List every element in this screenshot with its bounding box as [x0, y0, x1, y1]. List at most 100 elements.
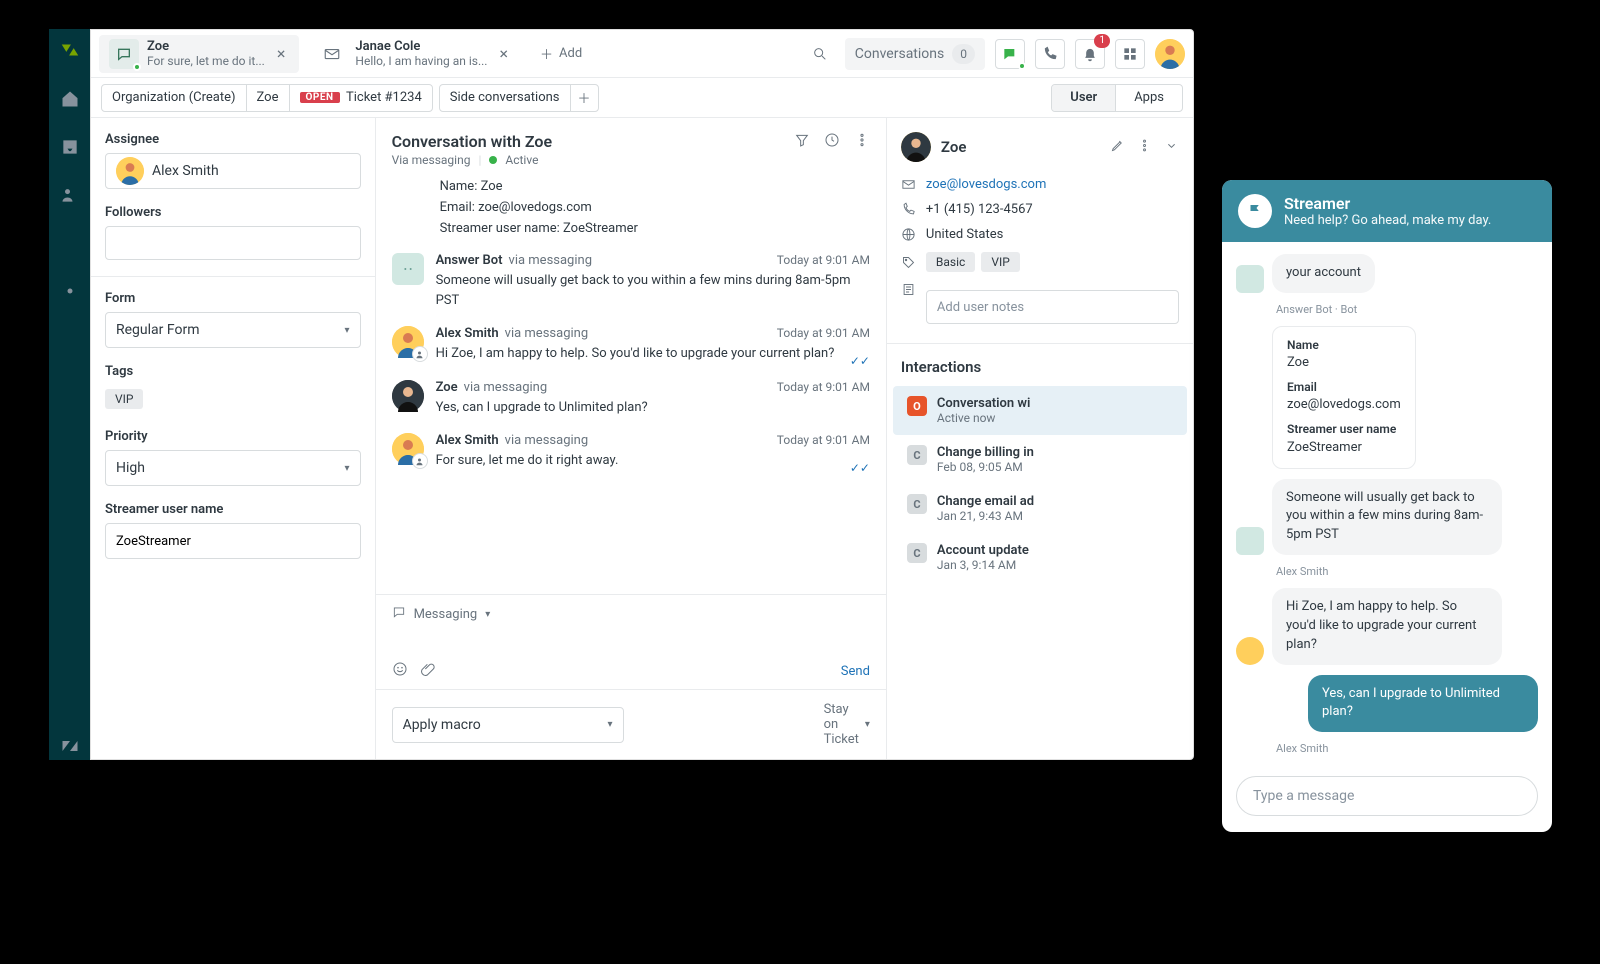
add-tab-label: Add — [559, 46, 582, 61]
history-icon[interactable] — [824, 132, 840, 152]
assignee-avatar — [116, 157, 144, 185]
side-conversations: Side conversations ＋ — [439, 84, 599, 112]
status-open-icon: O — [907, 396, 927, 416]
user-email-row[interactable]: zoe@lovesdogs.com — [901, 172, 1179, 197]
nav-home-icon[interactable] — [60, 89, 80, 113]
conversation-title: Conversation with Zoe — [392, 132, 794, 151]
tab-janae[interactable]: Janae Cole Hello, I am having an is... × — [307, 35, 522, 73]
breadcrumb-bar: Organization (Create) Zoe OPEN Ticket #1… — [91, 78, 1193, 118]
widget-subtitle: Need help? Go ahead, make my day. — [1284, 213, 1491, 228]
tag-chip[interactable]: VIP — [105, 389, 143, 409]
nav-people-icon[interactable] — [60, 185, 80, 209]
bot-avatar-icon — [1236, 527, 1264, 555]
more-icon[interactable] — [854, 132, 870, 152]
filter-icon[interactable] — [794, 132, 810, 152]
agent-badge-icon — [412, 346, 428, 362]
emoji-icon[interactable] — [392, 661, 408, 681]
add-tab-button[interactable]: ＋ Add — [530, 44, 592, 63]
open-flag: OPEN — [300, 92, 340, 103]
tab-subtitle: For sure, let me do it... — [147, 54, 265, 68]
chat-bubble: your account — [1272, 254, 1375, 293]
more-icon[interactable] — [1137, 138, 1152, 157]
stay-on-ticket[interactable]: Stay on Ticket ▾ — [824, 702, 870, 747]
chat-info-card: Name Zoe Email zoe@lovedogs.com Streamer… — [1272, 326, 1416, 469]
tab-title: Janae Cole — [355, 39, 487, 55]
tab-close-icon[interactable]: × — [273, 44, 290, 63]
current-user-avatar[interactable] — [1155, 39, 1185, 69]
user-avatar — [901, 132, 931, 162]
brand-logo — [59, 39, 81, 65]
crumb-person[interactable]: Zoe — [247, 85, 290, 111]
streamer-label: Streamer user name — [105, 502, 361, 517]
tab-bar: Zoe For sure, let me do it... × Janae Co… — [91, 30, 1193, 78]
crumb-ticket[interactable]: OPEN Ticket #1234 — [290, 85, 432, 111]
nav-reports-icon[interactable] — [60, 233, 80, 257]
crumb-org[interactable]: Organization (Create) — [102, 85, 247, 111]
user-notes-row: Add user notes — [901, 277, 1179, 343]
streamer-field[interactable] — [105, 523, 361, 559]
chat-widget-body: your account Answer Bot · Bot Name Zoe E… — [1222, 242, 1552, 764]
priority-field[interactable]: High▾ — [105, 450, 361, 486]
agent-badge-icon — [412, 453, 428, 469]
interaction-item[interactable]: C Change email adJan 21, 9:43 AM — [901, 484, 1179, 533]
assignee-field[interactable]: Alex Smith — [105, 153, 361, 189]
chat-input[interactable]: Type a message — [1236, 776, 1538, 816]
info-name: Name: Zoe — [440, 177, 870, 198]
add-user-notes[interactable]: Add user notes — [926, 290, 1179, 324]
agent-avatar — [392, 433, 424, 465]
assignee-value: Alex Smith — [152, 163, 219, 179]
toggle-apps[interactable]: Apps — [1115, 85, 1182, 111]
info-email: Email: zoe@lovedogs.com — [440, 198, 870, 219]
phone-icon[interactable] — [1035, 39, 1065, 69]
tab-subtitle: Hello, I am having an is... — [355, 54, 487, 68]
user-phone-row[interactable]: +1 (415) 123-4567 — [901, 197, 1179, 222]
nav-inbox-icon[interactable] — [60, 137, 80, 161]
conversations-chip[interactable]: Conversations 0 — [845, 38, 985, 70]
composer-channel[interactable]: Messaging — [414, 607, 478, 622]
chat-bubble-user: Yes, can I upgrade to Unlimited plan? — [1308, 675, 1538, 733]
nav-settings-icon[interactable] — [60, 281, 80, 305]
chevron-down-icon: ▾ — [485, 609, 490, 620]
form-field[interactable]: Regular Form▾ — [105, 312, 361, 348]
notifications-icon[interactable]: 1 — [1075, 39, 1105, 69]
chevron-down-icon[interactable] — [1164, 138, 1179, 157]
tag-chip[interactable]: Basic — [926, 252, 975, 272]
followers-field[interactable] — [105, 226, 361, 260]
interaction-item[interactable]: C Account updateJan 3, 9:14 AM — [901, 533, 1179, 582]
chat-author-label: Answer Bot · Bot — [1236, 303, 1538, 316]
info-streamer: Streamer user name: ZoeStreamer — [440, 219, 870, 240]
mail-icon — [317, 39, 347, 69]
message-item: Alex Smithvia messagingToday at 9:01 AM … — [392, 326, 870, 364]
user-name: Zoe — [941, 138, 966, 156]
context-toggle: User Apps — [1051, 84, 1183, 112]
via-label: Via messaging — [392, 153, 471, 167]
talk-icon[interactable] — [995, 39, 1025, 69]
chat-author-label: Alex Smith — [1236, 742, 1538, 755]
side-conv-label[interactable]: Side conversations — [440, 90, 570, 105]
form-label: Form — [105, 291, 361, 306]
breadcrumb-group: Organization (Create) Zoe OPEN Ticket #1… — [101, 84, 433, 112]
chat-widget-header: Streamer Need help? Go ahead, make my da… — [1222, 180, 1552, 242]
zendesk-logo-icon — [60, 736, 80, 760]
ticket-properties-panel: Assignee Alex Smith Followers Form Regul… — [91, 118, 376, 759]
message-item: Zoevia messagingToday at 9:01 AM Yes, ca… — [392, 380, 870, 418]
tab-zoe[interactable]: Zoe For sure, let me do it... × — [99, 35, 299, 73]
footer-actions: Apply macro▾ Stay on Ticket ▾ — [376, 689, 886, 759]
side-conv-add-icon[interactable]: ＋ — [570, 85, 598, 111]
bot-avatar-icon — [1236, 265, 1264, 293]
tag-chip[interactable]: VIP — [981, 252, 1019, 272]
interaction-item[interactable]: O Conversation wiActive now — [893, 386, 1187, 435]
conversations-label: Conversations — [855, 46, 944, 62]
send-button[interactable]: Send — [841, 664, 870, 679]
nav-rail — [49, 29, 90, 760]
tab-close-icon[interactable]: × — [495, 44, 512, 63]
apps-grid-icon[interactable] — [1115, 39, 1145, 69]
chat-widget: Streamer Need help? Go ahead, make my da… — [1222, 180, 1552, 832]
search-icon[interactable] — [805, 39, 835, 69]
priority-label: Priority — [105, 429, 361, 444]
attachment-icon[interactable] — [420, 661, 436, 681]
apply-macro[interactable]: Apply macro▾ — [392, 707, 624, 743]
toggle-user[interactable]: User — [1052, 85, 1115, 111]
edit-icon[interactable] — [1110, 138, 1125, 157]
interaction-item[interactable]: C Change billing inFeb 08, 9:05 AM — [901, 435, 1179, 484]
